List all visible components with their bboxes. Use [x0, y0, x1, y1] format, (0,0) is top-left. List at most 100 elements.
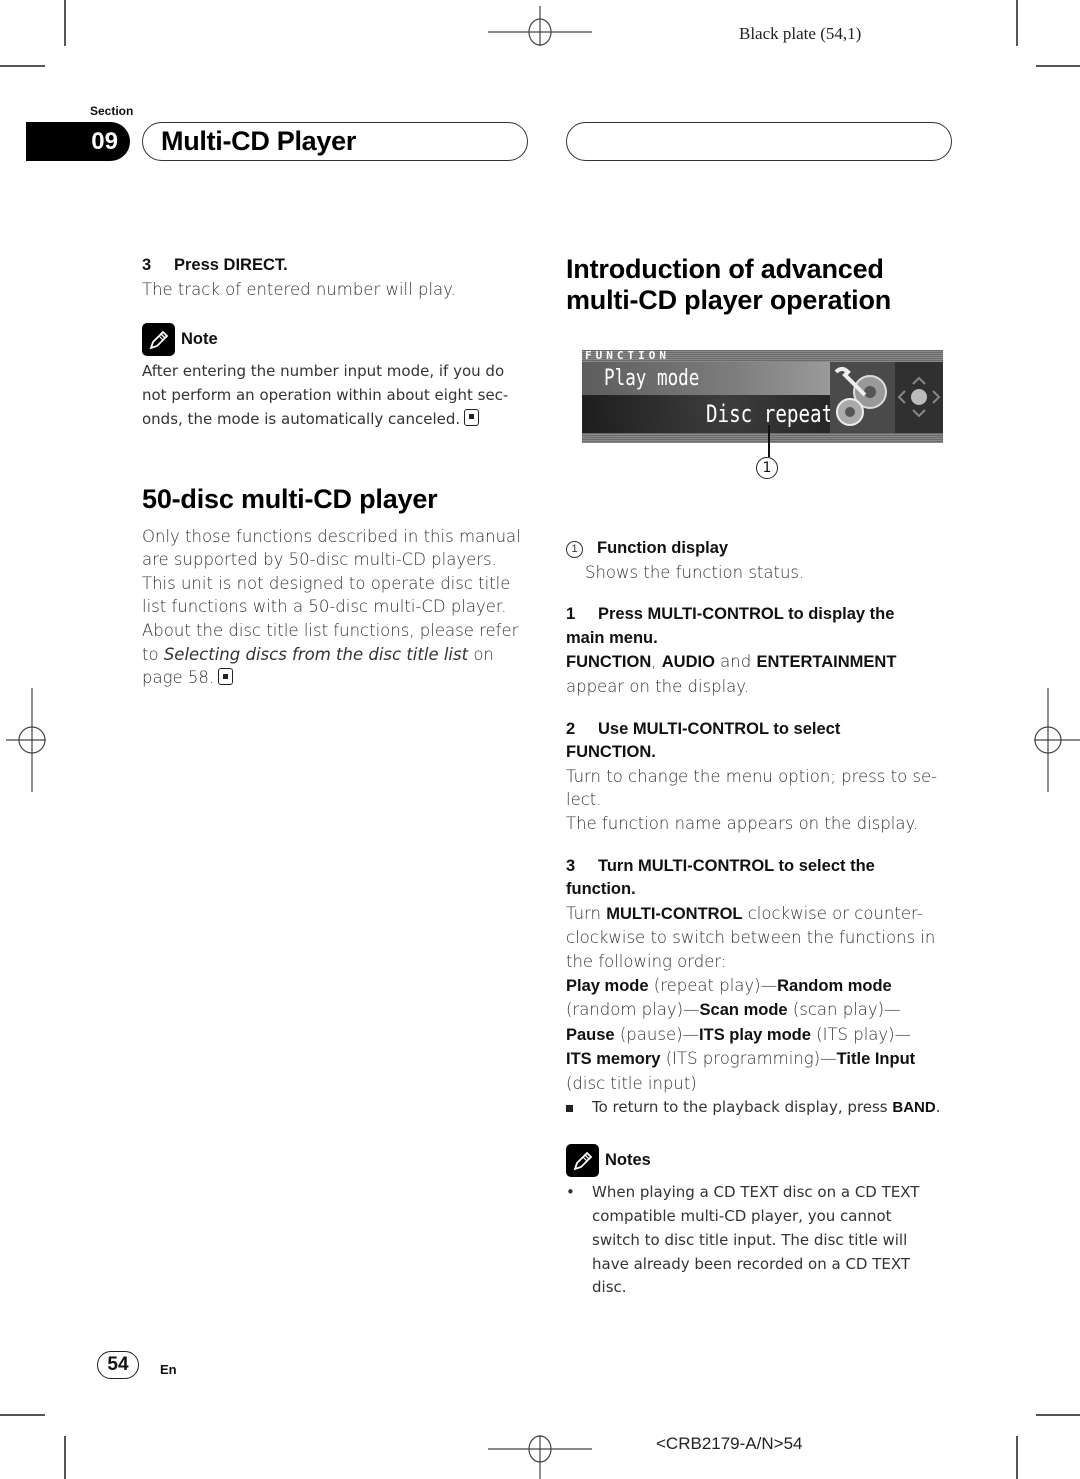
page-ref: page 58.	[142, 668, 215, 688]
square-bullet-icon	[566, 1105, 573, 1113]
registration-mark-icon	[488, 6, 592, 46]
plate-label: Black plate (54,1)	[739, 24, 862, 43]
navigation-pad-icon	[895, 362, 943, 433]
display-play-mode: Play mode	[604, 366, 700, 391]
text-line: are supported by 50-disc multi-CD player…	[142, 550, 497, 570]
cross-reference-link[interactable]: Selecting discs from the disc title list	[164, 645, 468, 664]
text-line: lect.	[566, 790, 602, 810]
note-line-text: onds, the mode is automatically canceled…	[142, 409, 461, 428]
registration-mark-icon	[6, 688, 46, 792]
end-mark-icon	[218, 668, 234, 686]
text-line: Only those functions described in this m…	[142, 526, 521, 546]
crop-mark	[1036, 1414, 1080, 1416]
intro-heading: Introduction of advanced multi-CD player…	[566, 254, 956, 316]
step-title: Use MULTI-CONTROL to select	[598, 719, 841, 738]
crop-mark	[64, 0, 66, 46]
empty-header-box	[566, 122, 952, 161]
crop-mark	[1016, 0, 1018, 46]
text-line: appear on the display.	[566, 676, 749, 696]
text-line: The function name appears on the display…	[566, 813, 919, 833]
text: clockwise or counter-	[742, 903, 923, 923]
text-line: to Selecting discs from the disc title l…	[142, 643, 527, 667]
text-line: list functions with a 50-disc multi-CD p…	[142, 597, 507, 617]
pencil-note-icon	[566, 1144, 599, 1178]
text-line: Turn to change the menu option; press to…	[566, 766, 938, 786]
ref-suffix: on	[468, 644, 494, 664]
text-line: This unit is not designed to operate dis…	[142, 573, 511, 593]
step-1-heading: 1 Press MULTI-CONTROL to display the main…	[566, 603, 956, 650]
function-name: Random mode	[777, 976, 892, 995]
registration-mark-icon	[1034, 688, 1080, 792]
text: .	[935, 1098, 941, 1117]
note-text: After entering the number input mode, if…	[142, 360, 527, 431]
legend-heading: 1 Function display	[566, 537, 956, 561]
page-number: 54	[97, 1351, 139, 1379]
step-title: Press MULTI-CONTROL to display the	[598, 605, 895, 624]
step-number: 1	[566, 605, 576, 624]
left-column: 3 Press DIRECT. The track of entered numb…	[142, 254, 527, 690]
text-line: When playing a CD TEXT disc on a CD TEXT	[592, 1183, 920, 1202]
function-desc: (ITS play)—	[810, 1024, 912, 1044]
step-number: 3	[142, 256, 152, 274]
crop-mark	[1016, 1436, 1018, 1479]
note-line: not perform an operation within about ei…	[142, 385, 509, 404]
section-label: Section	[90, 104, 134, 118]
step-number: 2	[566, 719, 576, 738]
notes-header: Notes	[566, 1144, 956, 1178]
language-label: En	[160, 1362, 177, 1377]
text-line: have already been recorded on a CD TEXT	[592, 1254, 911, 1273]
section-number: 09	[26, 122, 130, 161]
step-2-heading: 2 Use MULTI-CONTROL to select FUNCTION.	[566, 718, 956, 765]
crop-mark	[0, 1414, 45, 1416]
document-code: <CRB2179-A/N>54	[656, 1434, 803, 1453]
legend-text: Shows the function status.	[585, 562, 805, 582]
intro-heading-line: multi-CD player operation	[566, 285, 892, 315]
crop-mark	[1036, 65, 1080, 67]
note-label: Note	[181, 330, 218, 349]
step-3-text: The track of entered number will play.	[142, 279, 456, 299]
function-display-image: FUNCTION Play mode Disc repeat	[582, 350, 943, 443]
display-bottom-bar	[582, 433, 943, 443]
step-2-text: Turn to change the menu option; press to…	[566, 765, 956, 836]
step-1-text: FUNCTION, AUDIO and ENTERTAINMENT appear…	[566, 650, 956, 698]
function-desc: (scan play)—	[787, 1000, 901, 1020]
function-desc: (pause)—	[614, 1024, 700, 1044]
step-title: Turn MULTI-CONTROL to select the	[598, 856, 875, 875]
notes-label: Notes	[605, 1151, 651, 1170]
function-name: Play mode	[566, 976, 649, 995]
keyword: BAND	[892, 1099, 936, 1117]
note-line-last: onds, the mode is automatically canceled…	[142, 408, 527, 432]
text-line: clockwise to switch between the function…	[566, 928, 936, 948]
function-name: ITS memory	[566, 1050, 661, 1069]
text-line: compatible multi-CD player, you cannot	[592, 1207, 892, 1226]
function-desc: (disc title input)	[566, 1073, 697, 1093]
ref-prefix: to	[142, 644, 164, 664]
text: Turn	[566, 903, 607, 923]
section-number-text: 09	[91, 127, 118, 155]
registration-mark-icon	[488, 1435, 592, 1479]
dot-bullet-icon: •	[566, 1183, 575, 1202]
text-line: the following order:	[566, 951, 727, 971]
step-number: 3	[566, 856, 576, 875]
step-3-text: Turn MULTI-CONTROL clockwise or counter-…	[566, 902, 956, 1096]
notes-item-text: When playing a CD TEXT disc on a CD TEXT…	[592, 1181, 919, 1300]
section-title-box: Multi-CD Player	[142, 122, 528, 161]
display-function-label: FUNCTION	[585, 350, 670, 362]
text-line: page 58.	[142, 666, 527, 690]
intro-heading-line: Introduction of advanced	[566, 254, 884, 284]
band-tip: To return to the playback display, press…	[566, 1096, 956, 1120]
step-title-cont: main menu.	[566, 628, 658, 647]
callout-number-icon: 1	[756, 457, 778, 479]
bullet	[566, 1096, 592, 1120]
step-3-heading: 3 Press DIRECT.	[142, 254, 527, 278]
function-desc: (ITS programming)—	[660, 1049, 837, 1069]
text-line: switch to disc title input. The disc tit…	[592, 1230, 908, 1249]
sep: and	[714, 652, 757, 672]
right-column: Introduction of advanced multi-CD player…	[566, 254, 956, 1300]
note-header: Note	[142, 323, 527, 357]
keyword: ENTERTAINMENT	[756, 653, 897, 672]
function-desc: (random play)—	[566, 1000, 700, 1020]
notes-item: • When playing a CD TEXT disc on a CD TE…	[566, 1181, 956, 1300]
step-title-cont: FUNCTION.	[566, 743, 656, 762]
step-title-cont: function.	[566, 880, 636, 899]
